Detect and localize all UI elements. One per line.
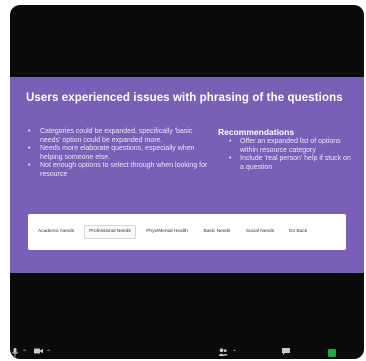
microphone-icon-graphic (12, 348, 18, 357)
recommendations-heading: Recommendations (218, 127, 295, 137)
basic-needs-button[interactable]: Basic Needs (200, 226, 234, 238)
video-options-chevron-icon[interactable]: ⌃ (46, 348, 51, 358)
video-camera-icon-graphic (34, 348, 43, 354)
go-back-button[interactable]: Go Back (286, 226, 310, 238)
microphone-icon[interactable] (12, 348, 18, 358)
share-screen-icon[interactable] (328, 349, 336, 357)
mic-options-chevron-icon[interactable]: ⌃ (22, 348, 27, 358)
recommendation-item: Offer an expanded list of options within… (218, 138, 353, 155)
findings-list: Categories could be expanded, specifical… (28, 128, 208, 180)
participants-chevron-icon[interactable]: ⌃ (232, 348, 237, 358)
academic-needs-button[interactable]: Academic Needs (36, 226, 76, 238)
finding-item: Categories could be expanded, specifical… (28, 128, 208, 145)
social-needs-button[interactable]: Social Needs (242, 226, 278, 238)
meeting-video-window: Users experienced issues with phrasing o… (10, 5, 364, 359)
phys-mental-health-button[interactable]: Phys/Mental Health (141, 226, 193, 238)
participants-icon[interactable] (218, 348, 228, 358)
chat-icon-graphic (282, 348, 290, 355)
slide-title: Users experienced issues with phrasing o… (26, 92, 343, 104)
professional-needs-button[interactable]: Professional Needs (84, 225, 136, 239)
finding-item: Not enough options to select through whe… (28, 162, 208, 179)
recommendations-list: Offer an expanded list of options within… (218, 138, 353, 172)
meeting-toolbar: ⌃ ⌃ ⌃ (10, 347, 364, 359)
chat-icon[interactable] (282, 348, 290, 358)
participants-icon-graphic (218, 348, 228, 356)
finding-item: Needs more elaborate questions, especial… (28, 145, 208, 162)
recommendation-item: Include 'real person' help if stuck on a… (218, 155, 353, 172)
professional-needs-label: Professional Needs (89, 229, 131, 234)
shared-slide: Users experienced issues with phrasing o… (10, 77, 364, 273)
screenshot-frame: Users experienced issues with phrasing o… (0, 0, 366, 361)
resource-category-strip: Academic Needs Professional Needs Phys/M… (28, 214, 346, 250)
video-camera-icon[interactable] (34, 348, 43, 358)
recommendations-block: Recommendations Offer an expanded list o… (218, 127, 353, 172)
